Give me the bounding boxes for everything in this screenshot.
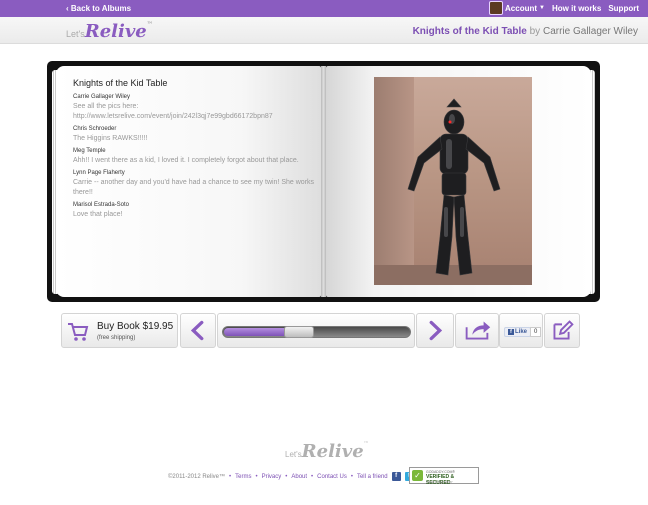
comment-item: Meg Temple Ahh!! I went there as a kid, … bbox=[73, 147, 318, 166]
footer-link-terms[interactable]: Terms bbox=[235, 474, 251, 480]
copyright-text: ©2011-2012 Relive™ bbox=[168, 473, 226, 480]
avatar[interactable] bbox=[489, 1, 504, 15]
header: Let'sRelive™ Knights of the Kid Table by… bbox=[0, 17, 648, 44]
footer-link-contact[interactable]: Contact Us bbox=[317, 474, 347, 480]
page-slider-handle[interactable] bbox=[284, 326, 314, 338]
how-it-works-link[interactable]: How it works bbox=[552, 4, 601, 13]
chevron-right-icon bbox=[429, 320, 443, 341]
comment-author: Lynn Page Flaherty bbox=[73, 170, 125, 176]
separator-dot: • bbox=[350, 473, 353, 480]
comment-text: See all the pics here: http://www.letsre… bbox=[73, 103, 273, 120]
page-slider-container bbox=[217, 313, 415, 348]
facebook-icon[interactable]: f bbox=[391, 472, 401, 481]
buy-book-label: Buy Book $19.95 bbox=[97, 321, 174, 332]
book-title: Knights of the Kid Table bbox=[412, 26, 527, 37]
comment-text: Ahh!! I went there as a kid, I loved it.… bbox=[73, 157, 299, 164]
back-to-albums-link[interactable]: ‹ Back to Albums bbox=[66, 4, 131, 13]
account-menu[interactable]: Account ▼ bbox=[489, 1, 545, 15]
page-title: Knights of the Kid Table bbox=[73, 78, 168, 88]
by-label: by bbox=[529, 26, 541, 37]
comment-author: Meg Temple bbox=[73, 148, 106, 154]
facebook-like-button[interactable]: f Like bbox=[504, 327, 532, 337]
footer-logo-tm: ™ bbox=[363, 441, 369, 447]
separator-dot: • bbox=[285, 473, 288, 480]
separator-dot: • bbox=[255, 473, 258, 480]
relive-logo[interactable]: Let'sRelive™ bbox=[66, 21, 153, 42]
footer-link-tell-a-friend[interactable]: Tell a friend bbox=[357, 474, 388, 480]
checkmark-icon: ✓ bbox=[412, 470, 423, 481]
comment-list: Carrie Gallager Wiley See all the pics h… bbox=[73, 93, 318, 223]
support-link[interactable]: Support bbox=[608, 4, 639, 13]
page-slider-track[interactable] bbox=[222, 326, 411, 338]
next-page-button[interactable] bbox=[416, 313, 454, 348]
account-label: Account bbox=[505, 3, 538, 13]
comment-author: Chris Schroeder bbox=[73, 126, 117, 132]
badge-line-3: VERIFY SECURITY bbox=[426, 480, 453, 484]
separator-dot: • bbox=[229, 473, 232, 480]
previous-page-button[interactable] bbox=[180, 313, 216, 348]
facebook-like-box: f Like 0 bbox=[499, 313, 543, 348]
top-nav-right: Account ▼ How it works Support bbox=[489, 1, 639, 15]
knight-armor-image bbox=[407, 98, 501, 276]
comment-author: Marisol Estrada-Soto bbox=[73, 202, 130, 208]
logo-tm: ™ bbox=[146, 21, 153, 28]
footer-logo-lets: Let's bbox=[285, 450, 302, 459]
facebook-like-count: 0 bbox=[530, 327, 542, 337]
edit-icon bbox=[553, 320, 574, 340]
shopping-cart-icon bbox=[68, 323, 89, 341]
share-button[interactable] bbox=[455, 313, 499, 348]
logo-relive: Relive bbox=[84, 21, 147, 42]
album-photo[interactable] bbox=[374, 77, 532, 285]
footer-links: ©2011-2012 Relive™ • Terms • Privacy • A… bbox=[168, 472, 414, 481]
comment-text: Love that place! bbox=[73, 211, 123, 218]
facebook-icon: f bbox=[508, 329, 514, 335]
chevron-left-icon bbox=[190, 320, 204, 341]
comment-text: The Higgins RAWKS!!!!! bbox=[73, 135, 148, 142]
share-icon bbox=[465, 321, 491, 340]
caret-down-icon: ▼ bbox=[539, 5, 545, 11]
footer-link-about[interactable]: About bbox=[291, 474, 307, 480]
comment-item: Carrie Gallager Wiley See all the pics h… bbox=[73, 93, 318, 122]
security-badge[interactable]: ✓ GODADDY.COM® VERIFIED & SECURED VERIFY… bbox=[409, 467, 479, 486]
footer-logo-relive: Relive bbox=[301, 441, 364, 462]
shipping-label: (free shipping) bbox=[97, 335, 136, 341]
separator-dot: • bbox=[311, 473, 314, 480]
footer-link-privacy[interactable]: Privacy bbox=[262, 474, 282, 480]
comment-author: Carrie Gallager Wiley bbox=[73, 94, 131, 100]
comment-text: Carrie -- another day and you'd have had… bbox=[73, 179, 315, 196]
facebook-like-label: Like bbox=[515, 329, 528, 335]
comment-item: Lynn Page Flaherty Carrie -- another day… bbox=[73, 169, 318, 198]
comment-item: Chris Schroeder The Higgins RAWKS!!!!! bbox=[73, 125, 318, 144]
logo-lets: Let's bbox=[66, 29, 85, 39]
buy-book-button[interactable]: Buy Book $19.95 (free shipping) bbox=[61, 313, 178, 348]
book-author: Carrie Gallager Wiley bbox=[542, 26, 638, 37]
book-spine bbox=[321, 66, 326, 297]
book-heading: Knights of the Kid Table by Carrie Galla… bbox=[413, 26, 638, 37]
footer-logo[interactable]: Let'sRelive™ bbox=[285, 441, 369, 462]
page-slider-fill bbox=[224, 328, 289, 336]
comment-item: Marisol Estrada-Soto Love that place! bbox=[73, 201, 318, 220]
top-nav-bar: ‹ Back to Albums Account ▼ How it works … bbox=[0, 0, 648, 17]
edit-button[interactable] bbox=[544, 313, 580, 348]
